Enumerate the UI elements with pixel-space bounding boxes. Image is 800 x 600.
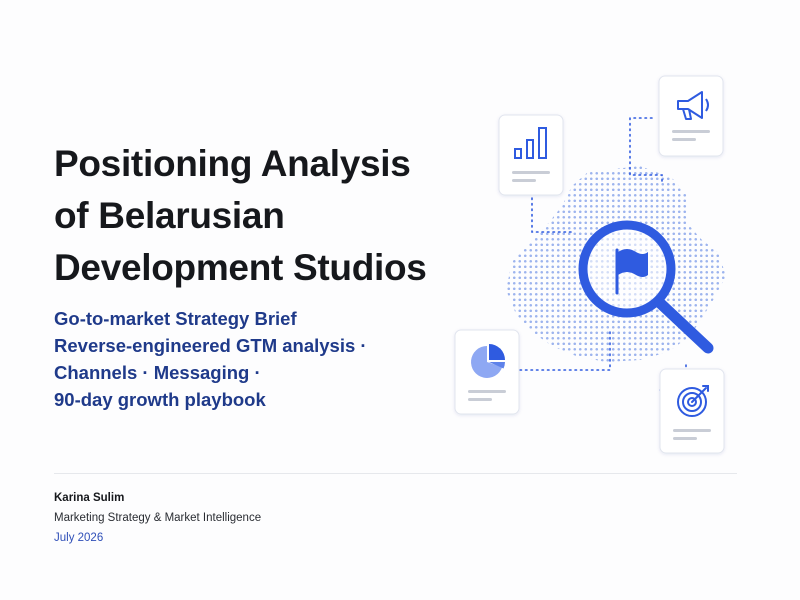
slide-subtitle: Go-to-market Strategy Brief Reverse-engi… bbox=[54, 305, 454, 413]
subtitle-line-4: 90-day growth playbook bbox=[54, 389, 266, 410]
pie-chart-card bbox=[454, 329, 520, 415]
title-line-3: Development Studios bbox=[54, 247, 427, 288]
title-line-1: Positioning Analysis bbox=[54, 143, 411, 184]
publication-date: July 2026 bbox=[54, 532, 104, 544]
megaphone-card bbox=[658, 75, 724, 157]
title-line-2: of Belarusian bbox=[54, 195, 285, 236]
author-name: Karina Sulim bbox=[54, 492, 125, 504]
footer-divider bbox=[54, 473, 737, 474]
target-card bbox=[659, 368, 725, 454]
subtitle-line-3: Channels · Messaging · bbox=[54, 362, 261, 383]
map-illustration bbox=[454, 75, 726, 454]
slide-title: Positioning Analysis of Belarusian Devel… bbox=[54, 138, 484, 294]
subtitle-line-1: Go-to-market Strategy Brief bbox=[54, 308, 297, 329]
subtitle-line-2: Reverse-engineered GTM analysis · bbox=[54, 335, 367, 356]
bar-chart-card bbox=[498, 114, 564, 196]
author-role: Marketing Strategy & Market Intelligence bbox=[54, 512, 262, 524]
